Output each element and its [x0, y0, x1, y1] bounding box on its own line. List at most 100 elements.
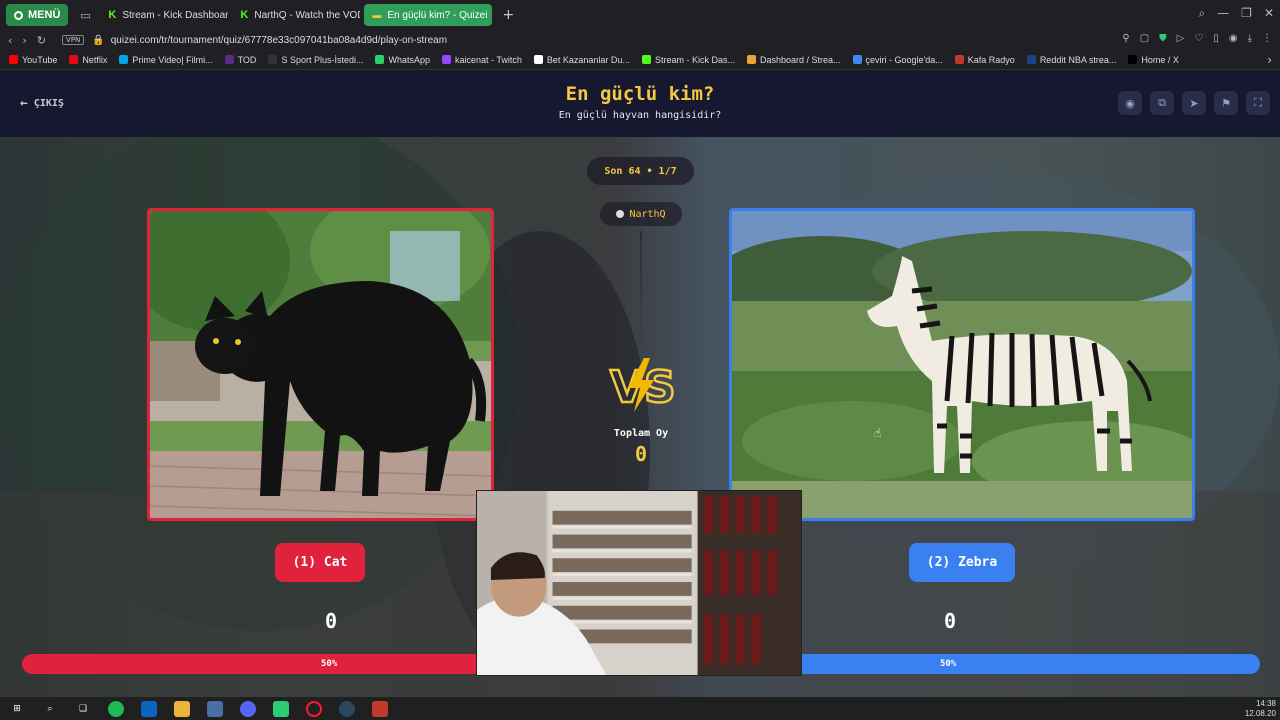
- snapshot-icon[interactable]: ▢: [1140, 33, 1149, 44]
- windows-taskbar: ⊞ ⌕ ❏ 14:38 12.08.20: [0, 697, 1280, 720]
- quiz-toolbar: ◉ ⧉ ➤ ⚑ ⛶: [1118, 91, 1270, 115]
- send-icon[interactable]: ➤: [1182, 91, 1206, 115]
- browser-tab-bar: MENÜ ▭ K Stream - Kick Dashboard K Narth…: [0, 0, 1280, 30]
- app-green-icon[interactable]: [273, 700, 289, 717]
- network-icon[interactable]: [207, 700, 223, 717]
- bookmark-item[interactable]: Reddit NBA strea...: [1024, 55, 1120, 65]
- eye-icon[interactable]: ◉: [1118, 91, 1142, 115]
- bookmark-item[interactable]: S Sport Plus-İstedi...: [265, 55, 366, 65]
- bookmark-icon[interactable]: ▯: [1213, 33, 1219, 44]
- bookmark-favicon-icon: [746, 55, 756, 64]
- vote-zebra-button[interactable]: (2) Zebra: [909, 543, 1015, 582]
- mouse-cursor-icon: ☝: [874, 426, 882, 440]
- spotify-icon[interactable]: [108, 700, 124, 717]
- clock-date: 12.08.20: [1244, 709, 1276, 718]
- bookmark-item[interactable]: WhatsApp: [372, 55, 433, 65]
- address-bar-actions: ⚲ ▢ ⛊ ▷ ♡ ▯ ◉ ⤓ ⋮: [1122, 33, 1272, 44]
- tab-overview-icon[interactable]: ▭: [74, 4, 96, 26]
- bookmark-label: kaicenat - Twitch: [455, 54, 522, 65]
- restore-icon[interactable]: ❐: [1241, 6, 1252, 21]
- media-app-icon[interactable]: [372, 700, 388, 717]
- bookmark-item[interactable]: kaicenat - Twitch: [439, 55, 525, 65]
- bookmark-item[interactable]: Prime Video| Filmi...: [116, 55, 215, 65]
- streamer-name: NarthQ: [629, 208, 666, 220]
- profile-icon[interactable]: ◉: [1229, 33, 1238, 44]
- file-explorer-icon[interactable]: [174, 700, 190, 717]
- bookmark-label: YouTube: [22, 54, 58, 65]
- pin-icon[interactable]: ⚲: [1122, 33, 1129, 44]
- windows-start-icon[interactable]: ⊞: [9, 701, 25, 717]
- bookmark-item[interactable]: TOD: [222, 55, 260, 65]
- tab-quizei[interactable]: ▬ En güçlü kim? - Quizei: [364, 4, 493, 26]
- bookmark-item[interactable]: YouTube: [6, 55, 60, 65]
- steam-icon[interactable]: [339, 700, 355, 717]
- bookmark-item[interactable]: Bet Kazananlar Du...: [531, 55, 633, 65]
- vote-cat-button[interactable]: (1) Cat: [275, 543, 365, 582]
- tab-narthq-vod[interactable]: K NarthQ - Watch the VOD: [232, 4, 360, 26]
- bookmark-item[interactable]: Dashboard / Strea...: [744, 55, 844, 65]
- quiz-subtitle: En güçlü hayvan hangisidir?: [558, 110, 722, 121]
- bookmark-label: çeviri - Google'da...: [865, 54, 943, 65]
- pip-icon[interactable]: ▷: [1177, 33, 1185, 44]
- system-clock[interactable]: 14:38 12.08.20: [1245, 699, 1276, 719]
- clock-time: 14:38: [1255, 699, 1276, 708]
- bookmark-label: Reddit NBA strea...: [1039, 54, 1117, 65]
- round-indicator: Son 64 • 1/7: [587, 157, 694, 185]
- shield-icon[interactable]: ⛊: [1159, 33, 1167, 44]
- fullscreen-icon[interactable]: ⛶: [1246, 91, 1270, 115]
- bookmark-item[interactable]: çeviri - Google'da...: [850, 55, 946, 65]
- nav-buttons: ‹ › ↻: [8, 34, 46, 47]
- quizei-icon: ▬: [372, 10, 382, 20]
- bookmark-label: Prime Video| Filmi...: [132, 54, 213, 65]
- bookmark-item[interactable]: Home / X: [1125, 55, 1182, 65]
- bookmark-item[interactable]: Kafa Radyo: [952, 55, 1018, 65]
- url-field[interactable]: quizei.com/tr/tournament/quiz/67778e33c0…: [111, 35, 447, 46]
- vs-lightning-icon: VS: [609, 358, 676, 414]
- bookmark-favicon-icon: [1026, 55, 1036, 64]
- search-icon[interactable]: ⌕: [42, 701, 58, 717]
- bookmark-label: Bet Kazananlar Du...: [546, 54, 630, 65]
- opera-icon[interactable]: [306, 700, 322, 717]
- share-icon[interactable]: ⧉: [1150, 91, 1174, 115]
- bookmark-favicon-icon: [852, 55, 862, 64]
- outlook-icon[interactable]: [141, 700, 157, 717]
- reload-icon[interactable]: ↻: [37, 34, 46, 47]
- search-icon[interactable]: ⌕: [1198, 6, 1205, 21]
- user-avatar-icon: [616, 210, 625, 218]
- close-icon[interactable]: ✕: [1264, 6, 1274, 21]
- tab-kick-dashboard[interactable]: K Stream - Kick Dashboard: [100, 4, 228, 26]
- bookmark-label: Home / X: [1141, 54, 1179, 65]
- discord-icon[interactable]: [240, 700, 256, 717]
- tab-label: Stream - Kick Dashboard: [122, 9, 229, 21]
- bookmark-favicon-icon: [9, 55, 18, 64]
- screen: MENÜ ▭ K Stream - Kick Dashboard K Narth…: [0, 0, 1280, 720]
- streamer-badge: NarthQ: [600, 202, 682, 226]
- forward-arrow-icon[interactable]: ›: [22, 34, 26, 47]
- heart-icon[interactable]: ♡: [1194, 33, 1203, 44]
- zebra-image: [732, 211, 1192, 518]
- new-tab-button[interactable]: +: [498, 5, 518, 25]
- flag-icon[interactable]: ⚑: [1214, 91, 1238, 115]
- minimize-icon[interactable]: —: [1217, 6, 1229, 21]
- bookmark-favicon-icon: [119, 55, 129, 64]
- total-votes-label: Toplam Oy: [613, 428, 669, 439]
- option-card-cat[interactable]: [147, 208, 494, 521]
- webcam-overlay: [476, 490, 802, 676]
- back-arrow-icon[interactable]: ‹: [8, 34, 12, 47]
- more-icon[interactable]: ⋮: [1262, 33, 1272, 44]
- task-view-icon[interactable]: ❏: [75, 701, 91, 717]
- total-votes-value: 0: [634, 442, 648, 466]
- bookmark-item[interactable]: Stream - Kick Das...: [639, 55, 738, 65]
- bookmark-favicon-icon: [533, 55, 543, 64]
- bookmark-favicon-icon: [442, 55, 452, 64]
- bookmark-item[interactable]: Netflix: [66, 55, 110, 65]
- vpn-badge[interactable]: VPN: [62, 35, 85, 45]
- window-controls: ⌕ — ❐ ✕: [1198, 6, 1274, 21]
- zebra-percent-label: 50%: [940, 659, 957, 669]
- browser-menu-button[interactable]: MENÜ: [6, 4, 69, 26]
- bookmarks-overflow-icon[interactable]: ›: [1267, 53, 1272, 67]
- bookmark-label: Stream - Kick Das...: [654, 54, 735, 65]
- option-card-zebra[interactable]: [729, 208, 1195, 521]
- download-icon[interactable]: ⤓: [1248, 33, 1252, 44]
- bookmark-label: Netflix: [82, 54, 108, 65]
